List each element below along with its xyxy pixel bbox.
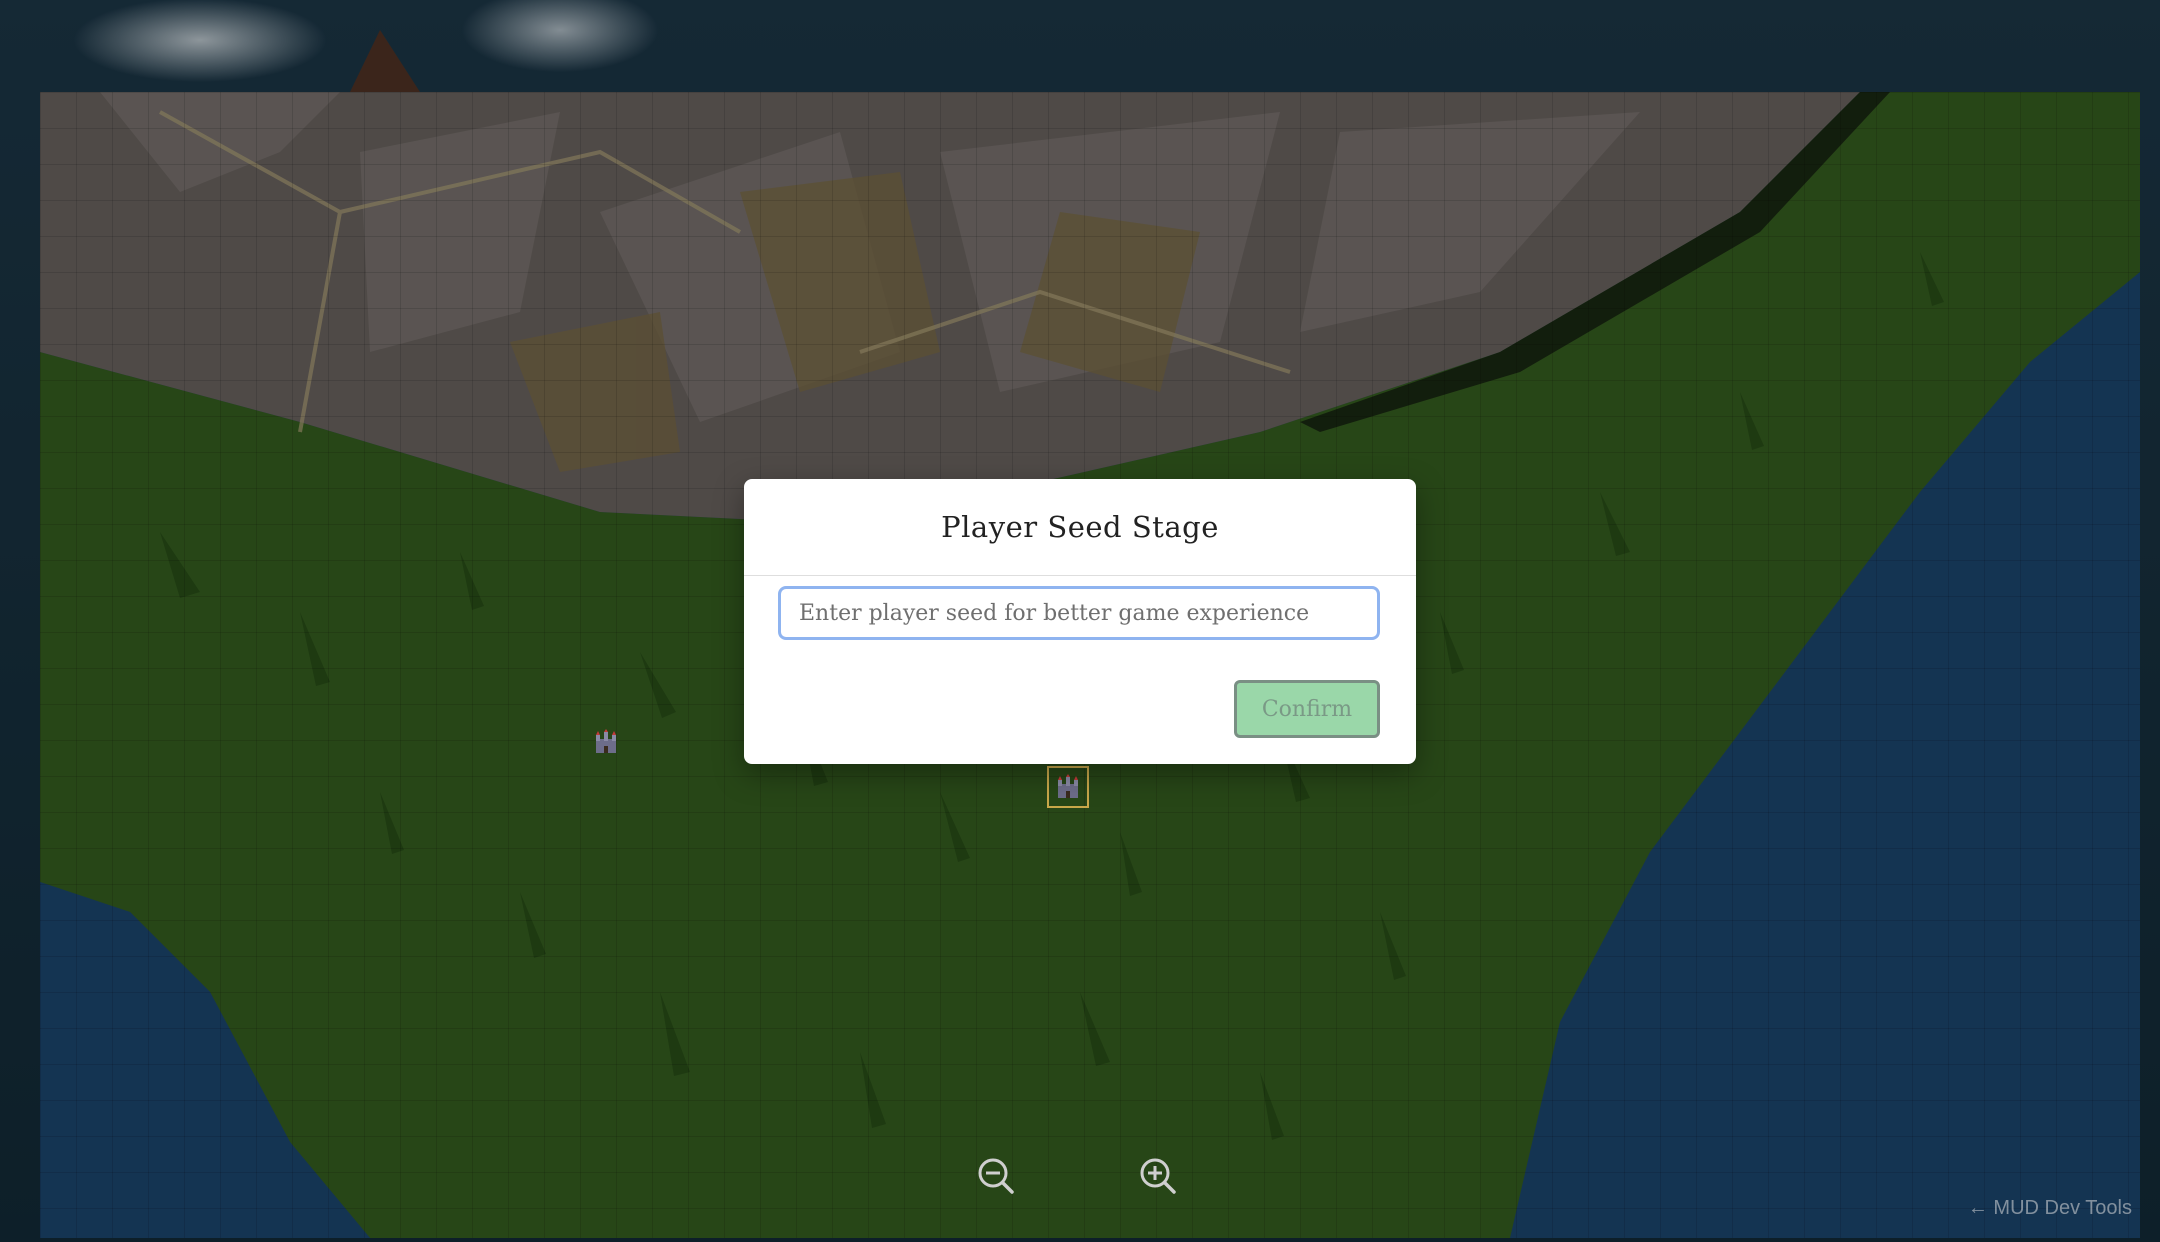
modal-header: Player Seed Stage <box>744 479 1416 576</box>
castle-icon <box>1058 774 1078 798</box>
player-seed-input[interactable] <box>778 586 1380 640</box>
castle-2[interactable] <box>1047 766 1089 808</box>
castle-1[interactable] <box>588 724 624 760</box>
confirm-button[interactable]: Confirm <box>1234 680 1380 738</box>
zoom-out-icon <box>978 1158 1014 1194</box>
mud-dev-tools-link[interactable]: ← MUD Dev Tools <box>1968 1197 2132 1220</box>
game-window: ← MUD Dev Tools Player Seed Stage Confir… <box>0 0 2160 1242</box>
zoom-in-icon <box>1140 1158 1176 1194</box>
zoom-in-button[interactable] <box>1136 1154 1180 1198</box>
modal-title: Player Seed Stage <box>941 510 1219 544</box>
zoom-out-button[interactable] <box>974 1154 1018 1198</box>
player-seed-modal: Player Seed Stage Confirm <box>744 479 1416 764</box>
castle-icon <box>596 729 616 753</box>
